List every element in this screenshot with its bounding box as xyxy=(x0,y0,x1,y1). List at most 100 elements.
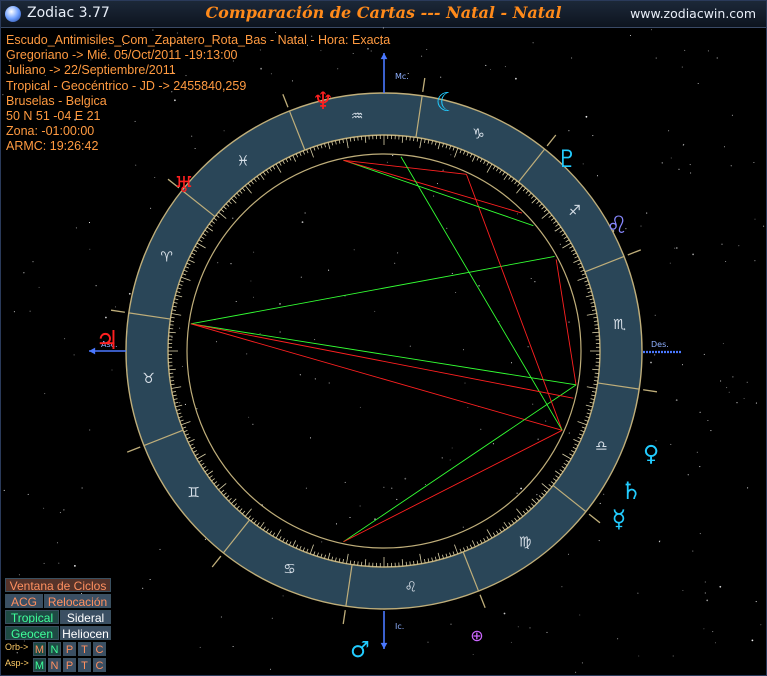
sign-glyph: ♌ xyxy=(405,579,418,595)
app-window: Zodiac 3.77 Comparación de Cartas --- Na… xyxy=(0,0,767,676)
degree-tick xyxy=(577,276,588,281)
star xyxy=(478,284,480,287)
star xyxy=(689,164,691,166)
aspect-line xyxy=(190,256,555,325)
star xyxy=(704,581,706,583)
cycles-window-button[interactable]: Ventana de Ciclos xyxy=(5,578,111,592)
degree-tick xyxy=(577,436,582,440)
orb-p-button[interactable]: P xyxy=(63,642,76,656)
degree-tick xyxy=(503,521,509,529)
degree-tick xyxy=(592,331,600,334)
star xyxy=(215,341,218,343)
star xyxy=(314,339,316,341)
planet-glyph: ♂ xyxy=(350,638,370,663)
degree-tick xyxy=(466,152,469,157)
star xyxy=(699,466,701,468)
sign-glyph: ♍ xyxy=(519,535,532,551)
star xyxy=(755,402,757,404)
asp-t-button[interactable]: T xyxy=(78,658,91,672)
star xyxy=(89,248,91,250)
orb-n-button[interactable]: N xyxy=(48,642,61,656)
acg-button[interactable]: ACG xyxy=(5,594,43,608)
house-cusp-mark xyxy=(588,513,601,524)
degree-tick xyxy=(275,529,282,539)
degree-tick xyxy=(179,419,184,422)
star xyxy=(300,276,302,278)
degree-tick xyxy=(531,498,538,505)
star xyxy=(755,601,757,603)
asp-c-button[interactable]: C xyxy=(93,658,106,672)
aspect-lines xyxy=(190,156,577,543)
star xyxy=(731,114,733,116)
star xyxy=(682,589,684,592)
star xyxy=(545,420,547,422)
star xyxy=(678,168,680,170)
degree-tick xyxy=(196,453,206,460)
star xyxy=(728,391,730,393)
star xyxy=(250,280,252,282)
degree-tick xyxy=(320,553,323,558)
degree-tick xyxy=(577,421,588,426)
orb-m-button[interactable]: M xyxy=(33,642,46,656)
star xyxy=(510,641,512,643)
asp-m-button[interactable]: M xyxy=(33,658,46,672)
star xyxy=(585,115,588,118)
star xyxy=(149,578,151,581)
star xyxy=(659,540,661,542)
degree-tick xyxy=(530,195,535,199)
orb-c-button[interactable]: C xyxy=(93,642,106,656)
star xyxy=(232,217,234,219)
aspect-line xyxy=(465,174,563,431)
star xyxy=(433,195,435,197)
degree-tick xyxy=(541,206,545,210)
geocentric-button[interactable]: Geocen xyxy=(5,626,59,640)
degree-tick xyxy=(550,481,555,485)
planet-glyph: ⊕ xyxy=(470,626,483,645)
website-link[interactable]: www.zodiacwin.com xyxy=(630,6,756,21)
sidereal-button[interactable]: Sideral xyxy=(60,610,111,624)
star xyxy=(503,612,506,615)
degree-tick xyxy=(469,153,473,158)
star xyxy=(248,416,250,418)
degree-tick xyxy=(541,483,550,491)
heliocentric-button[interactable]: Heliocen xyxy=(60,626,111,640)
degree-tick xyxy=(262,526,266,531)
degree-tick xyxy=(454,147,459,158)
orb-t-button[interactable]: T xyxy=(78,642,91,656)
asp-n-button[interactable]: N xyxy=(48,658,61,672)
degree-tick xyxy=(572,252,577,256)
degree-tick xyxy=(189,255,194,259)
star xyxy=(638,655,640,657)
degree-tick xyxy=(179,280,184,283)
relocation-button[interactable]: Relocación xyxy=(44,594,111,608)
degree-tick xyxy=(188,438,195,443)
degree-tick xyxy=(213,217,218,221)
star xyxy=(532,42,534,44)
degree-tick xyxy=(186,436,191,440)
degree-tick xyxy=(538,495,543,499)
asp-p-button[interactable]: P xyxy=(63,658,76,672)
star xyxy=(527,346,529,348)
star xyxy=(582,163,584,165)
star xyxy=(279,303,281,305)
star xyxy=(532,403,534,405)
degree-tick xyxy=(479,539,483,544)
degree-tick xyxy=(413,137,415,142)
star xyxy=(697,82,699,85)
star xyxy=(492,443,494,445)
star xyxy=(441,457,443,459)
star xyxy=(725,260,727,263)
star xyxy=(559,243,561,245)
degree-tick xyxy=(514,517,518,522)
degree-tick xyxy=(584,419,589,422)
degree-tick xyxy=(424,138,426,143)
degree-tick xyxy=(198,239,203,243)
star xyxy=(670,443,672,445)
tropical-button[interactable]: Tropical xyxy=(5,610,59,624)
degree-tick xyxy=(272,165,276,170)
degree-tick xyxy=(463,150,466,155)
star xyxy=(720,380,722,382)
star xyxy=(681,66,683,68)
gregorian-date: Gregoriano -> Mié. 05/Oct/2011 -19:13:00 xyxy=(6,48,238,63)
degree-tick xyxy=(170,380,175,382)
